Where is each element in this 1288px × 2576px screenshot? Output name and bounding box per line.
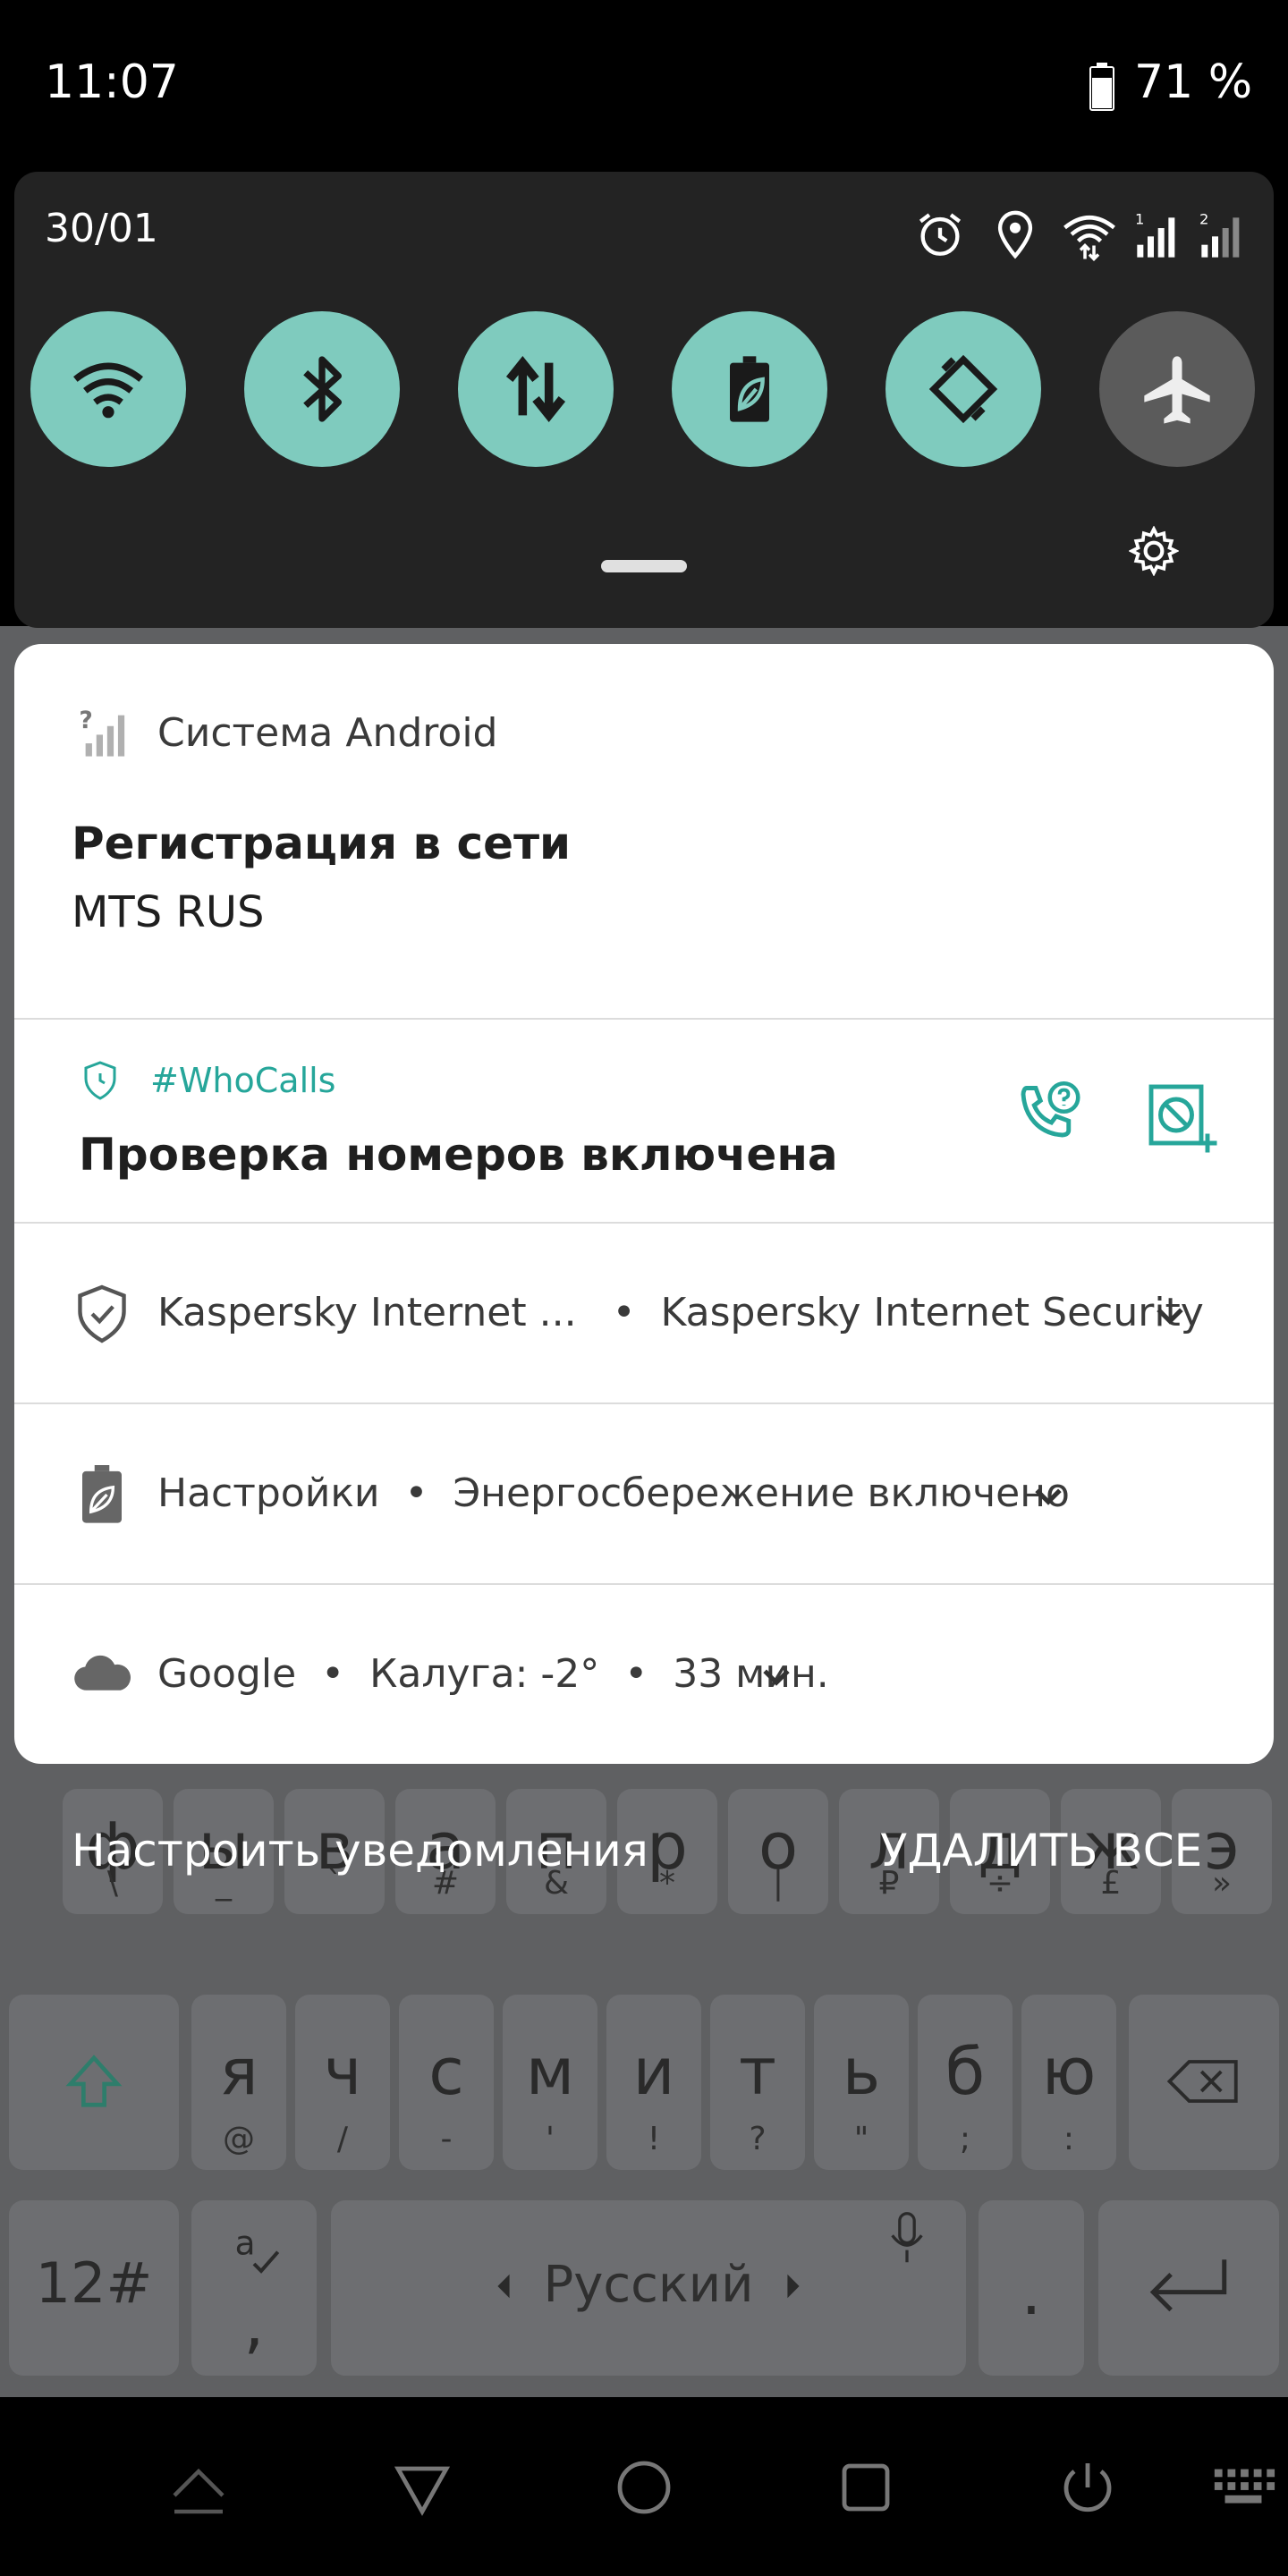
divider [14,1018,1274,1020]
alarm-icon [919,213,962,256]
tile-bluetooth[interactable] [244,311,400,467]
chevron-down-icon[interactable] [1032,1485,1064,1510]
notification-app-name: #WhoCalls [150,1061,336,1100]
notification-title[interactable]: Регистрация в сети [72,818,571,869]
rotate-icon [928,354,998,424]
data-arrows-icon [505,356,566,422]
notification-text: Энергосбережение включено [453,1470,1070,1516]
chevron-down-icon[interactable] [760,1665,792,1690]
key[interactable]: с- [399,1995,494,2170]
battery-saver-icon [82,1465,122,1523]
tile-auto-rotate[interactable] [886,311,1041,467]
shield-check-icon [78,1284,126,1343]
divider [14,1583,1274,1585]
battery-icon [1089,63,1114,111]
key[interactable]: я @ [191,1995,286,2170]
notification-row-kaspersky[interactable]: Kaspersky Internet ... • Kaspersky Inter… [157,1290,1204,1335]
shield-clock-icon [84,1061,116,1100]
enter-key[interactable] [1098,2200,1279,2376]
key[interactable]: ю: [1021,1995,1116,2170]
notification-row-settings[interactable]: Настройки • Энергосбережение включено [157,1470,1070,1516]
back-icon[interactable] [390,2455,454,2520]
spellcheck-icon: a [235,2223,280,2274]
power-icon[interactable] [1055,2455,1120,2520]
location-icon [997,210,1033,259]
svg-text:1: 1 [1135,210,1144,227]
separator-dot: • [321,1651,345,1697]
hide-navbar-icon[interactable] [166,2455,231,2520]
separator-dot: • [624,1651,648,1697]
bluetooth-icon [303,356,342,422]
airplane-icon [1144,356,1210,424]
shift-key[interactable] [9,1995,179,2170]
symbols-key[interactable]: 12# [9,2200,179,2376]
notification-time: 33 мин. [673,1651,829,1697]
notification-title[interactable]: Проверка номеров включена [79,1129,838,1181]
sim1-signal-icon: 1 [1135,210,1175,258]
svg-text:?: ? [79,707,92,734]
tile-wifi[interactable] [30,311,186,467]
sim2-signal-icon: 2 [1199,210,1240,258]
notification-card [14,644,1274,1764]
clear-all-button[interactable]: УДАЛИТЬ ВСЕ [880,1825,1202,1877]
wifi-signal-icon [1063,216,1115,261]
manage-notifications-button[interactable]: Настроить уведомления [72,1825,648,1877]
key[interactable]: о | [728,1789,828,1914]
keyboard-row-2: я @ ч / с- м ' и! т? ь " б; ю: [0,1995,1288,2174]
backspace-key[interactable] [1129,1995,1279,2170]
wifi-icon [73,362,143,419]
cloud-icon [74,1655,131,1690]
notification-app-name: Kaspersky Internet ... [157,1290,577,1335]
divider [14,1402,1274,1404]
space-key[interactable]: Русский [331,2200,966,2376]
svg-text:2: 2 [1199,210,1208,227]
notification-row-google[interactable]: Google • Калуга: -2° • 33 мин. [157,1651,829,1697]
status-time: 11:07 [45,55,179,109]
notification-app-name: Настройки [157,1470,380,1516]
key[interactable]: б; [918,1995,1013,2170]
shift-icon [65,2055,123,2107]
qs-expand-handle[interactable] [601,560,687,572]
key[interactable]: ь " [814,1995,909,2170]
microphone-icon [891,2212,923,2263]
key[interactable]: и! [606,1995,701,2170]
tile-battery-saver[interactable] [672,311,827,467]
enter-icon [1149,2259,1227,2312]
separator-dot: • [612,1290,636,1335]
qs-date: 30/01 [45,206,158,251]
block-contact-icon[interactable] [1145,1080,1220,1156]
notification-text: Kaspersky Internet Security [660,1290,1204,1335]
notification-app-name: Google [157,1651,297,1697]
tile-airplane[interactable] [1099,311,1255,467]
keyboard-switch-icon[interactable] [1209,2455,1277,2520]
backspace-icon [1166,2060,1238,2103]
arrow-right-icon [787,2274,800,2299]
key[interactable]: т? [710,1995,805,2170]
period-key[interactable]: . [979,2200,1084,2376]
weather-text: Калуга: -2° [369,1651,600,1697]
notification-text[interactable]: MTS RUS [72,887,264,937]
battery-saver-icon [730,356,769,422]
divider [14,1222,1274,1224]
recents-icon[interactable] [834,2455,898,2520]
separator-dot: • [404,1470,428,1516]
tile-mobile-data[interactable] [458,311,614,467]
svg-text:a: a [235,2223,256,2262]
notification-app-name: Система Android [157,710,498,756]
battery-percent: 71 % [1134,55,1253,109]
keyboard-row-3: 12# a , Русский . [0,2200,1288,2379]
gear-icon[interactable] [1129,526,1179,576]
home-icon[interactable] [612,2455,676,2520]
arrow-left-icon [497,2274,510,2299]
key[interactable]: м ' [503,1995,597,2170]
call-check-icon[interactable] [1011,1079,1086,1154]
key[interactable]: ч / [295,1995,390,2170]
no-signal-icon: ? [79,707,125,757]
comma-key[interactable]: a , [191,2200,317,2376]
chevron-down-icon[interactable] [1154,1304,1186,1329]
